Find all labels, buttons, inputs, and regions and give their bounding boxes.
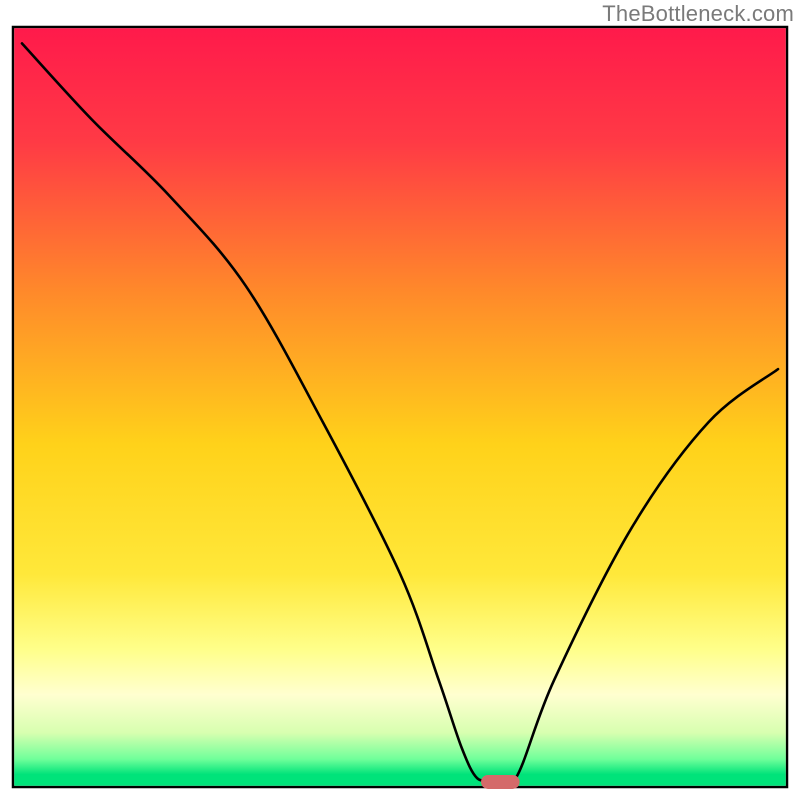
chart-container: TheBottleneck.com — [0, 0, 800, 800]
chart-svg — [0, 0, 800, 800]
optimal-range-marker — [481, 775, 520, 789]
plot-background — [14, 28, 786, 786]
watermark-text: TheBottleneck.com — [602, 1, 794, 27]
